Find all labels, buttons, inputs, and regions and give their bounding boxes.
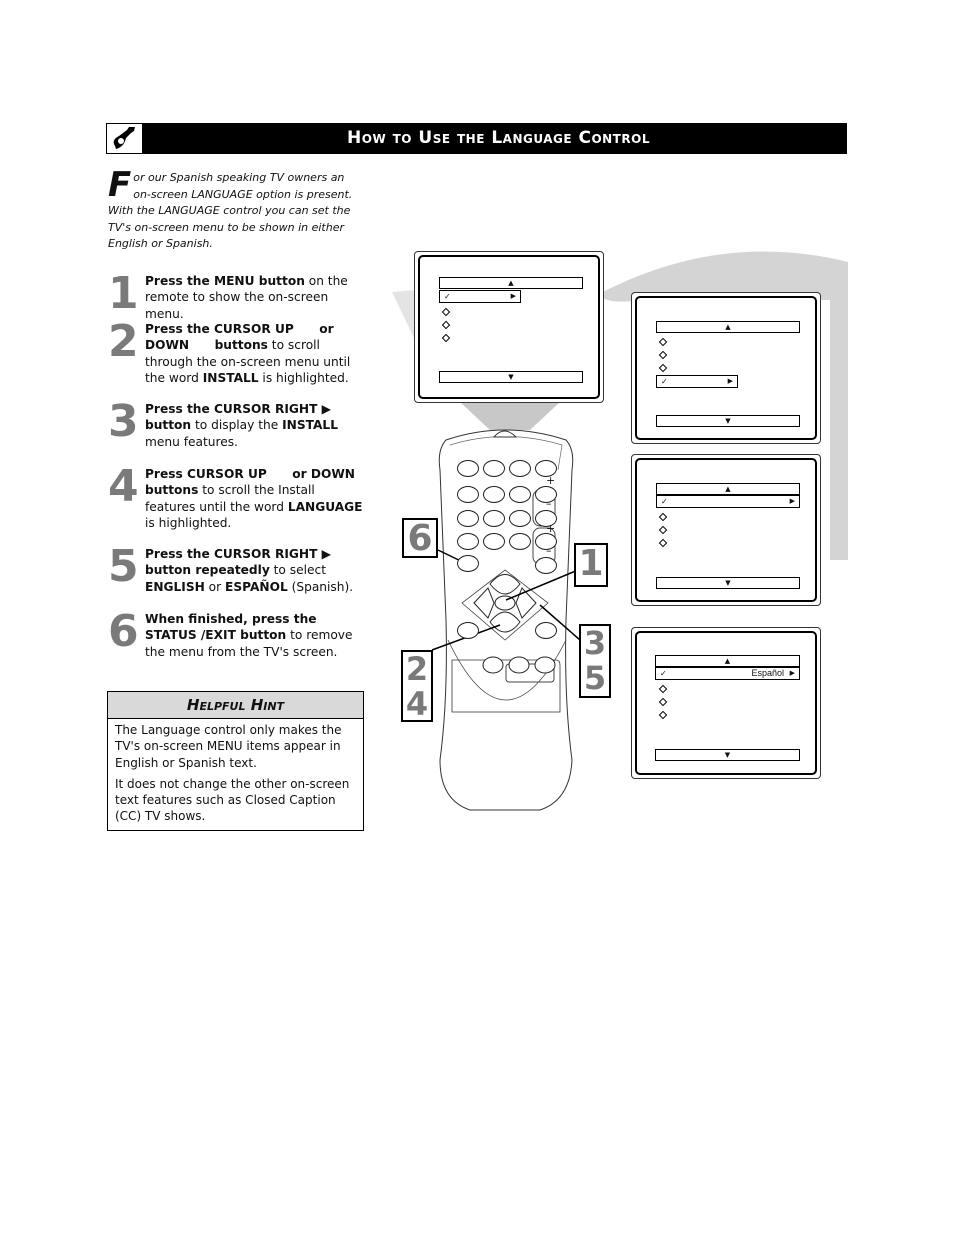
minus-label: – <box>546 544 552 557</box>
remote-button[interactable] <box>483 460 505 477</box>
remote-button[interactable] <box>509 460 531 477</box>
plus-label: + <box>546 522 556 535</box>
lower-btn-3 <box>534 656 556 674</box>
callout-steps-2-4: 2 4 <box>401 650 433 722</box>
ch-down-button[interactable] <box>535 557 557 574</box>
remote-button[interactable] <box>509 510 531 527</box>
remote-button[interactable] <box>509 533 531 550</box>
remote-button[interactable] <box>483 486 505 503</box>
remote-control <box>431 429 581 811</box>
remote-button[interactable] <box>535 622 557 639</box>
lower-btn-1 <box>482 656 504 674</box>
callout-step-6: 6 <box>402 518 438 558</box>
remote-button[interactable] <box>483 510 505 527</box>
callout-step-1: 1 <box>574 543 608 587</box>
remote-button[interactable] <box>483 533 505 550</box>
callout-steps-3-5: 3 5 <box>579 624 611 698</box>
remote-button[interactable] <box>457 486 479 503</box>
lower-btn-2 <box>508 656 530 674</box>
plus-label: + <box>546 474 556 487</box>
remote-button[interactable] <box>457 510 479 527</box>
minus-label: – <box>546 497 552 510</box>
remote-button[interactable] <box>509 486 531 503</box>
status-exit-button[interactable] <box>457 555 479 572</box>
remote-button[interactable] <box>457 622 479 639</box>
remote-button[interactable] <box>457 460 479 477</box>
remote-button[interactable] <box>457 533 479 550</box>
